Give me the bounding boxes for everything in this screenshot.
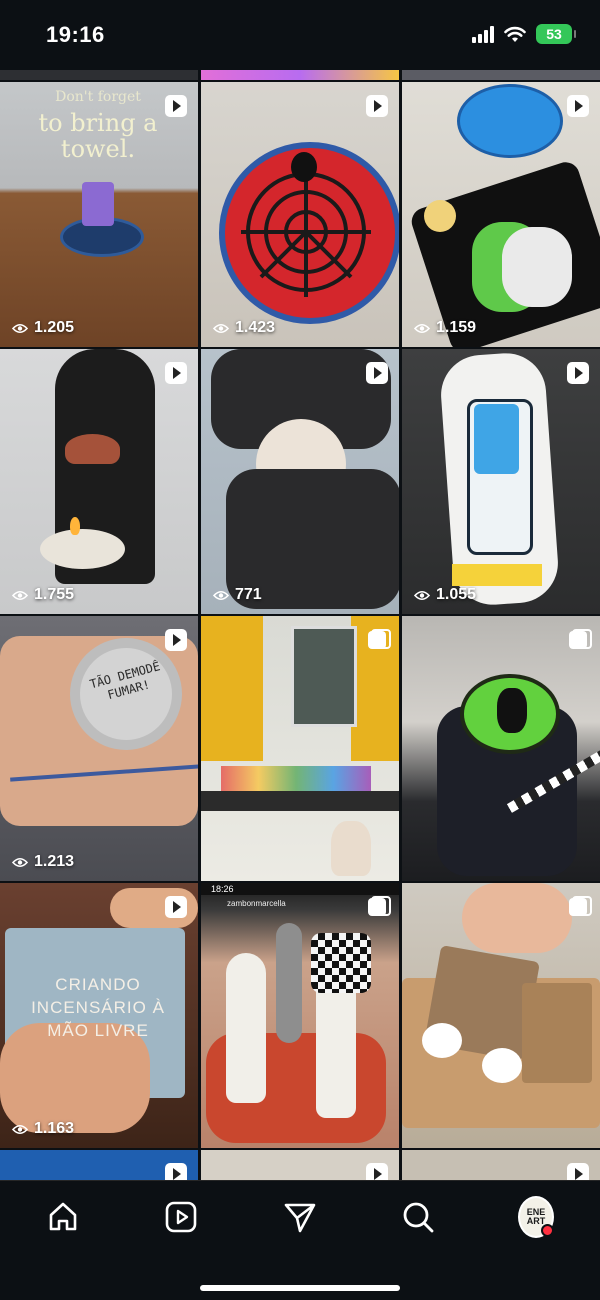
grid-tile-partial[interactable] (0, 70, 198, 80)
bottom-navigation: ENE ART (0, 1180, 600, 1300)
carousel-icon (569, 629, 592, 649)
grid-tile-partial[interactable] (402, 70, 600, 80)
view-count: 1.755 (12, 586, 74, 604)
tile-photo-object (226, 953, 266, 1103)
tile-photo-object (221, 766, 371, 791)
tile-photo-object (311, 933, 371, 993)
tile-photo-object (291, 626, 357, 727)
clock: 19:16 (46, 22, 105, 47)
tile-photo-object (291, 152, 317, 182)
status-icons: 53 (472, 24, 576, 44)
grid-tile[interactable] (402, 883, 600, 1148)
reel-icon (366, 1163, 388, 1180)
view-count: 1.213 (12, 853, 74, 871)
profile-tab[interactable]: ENE ART (518, 1196, 554, 1238)
grid-tile-partial[interactable] (0, 1150, 198, 1180)
eye-icon (12, 857, 28, 867)
tile-photo-object (201, 791, 399, 811)
notification-dot (541, 1224, 554, 1237)
view-count: 771 (213, 586, 262, 604)
eye-icon (12, 590, 28, 600)
inner-username: zambonmarcella (227, 899, 286, 908)
messages-tab[interactable] (282, 1199, 318, 1235)
grid-tile[interactable] (402, 616, 600, 881)
reel-icon (567, 1163, 589, 1180)
tile-photo-object (65, 434, 120, 464)
grid-tile[interactable]: 1.755 (0, 349, 198, 614)
wifi-icon (504, 26, 526, 42)
home-icon (49, 1202, 77, 1231)
profile-avatar: ENE ART (518, 1196, 554, 1238)
eye-icon (12, 323, 28, 333)
view-count: 1.163 (12, 1120, 74, 1138)
reel-icon (165, 95, 187, 117)
eye-icon (12, 1124, 28, 1134)
battery-level: 53 (546, 26, 562, 42)
search-tab[interactable] (400, 1199, 436, 1235)
tile-photo-object (201, 616, 263, 761)
carousel-icon (569, 896, 592, 916)
tile-photo-object (276, 923, 302, 1043)
reel-icon (366, 362, 388, 384)
grid-tile[interactable]: CRIANDO INCENSÁRIO À MÃO LIVRE 1.163 (0, 883, 198, 1148)
reel-icon (366, 95, 388, 117)
grid-tile[interactable]: 1.423 (201, 82, 399, 347)
messages-icon (284, 1203, 316, 1233)
carousel-icon (368, 629, 391, 649)
overlay-text: Don't forget to bring a towel. (38, 89, 158, 163)
home-tab[interactable] (45, 1199, 81, 1235)
reel-icon (165, 896, 187, 918)
battery-indicator: 53 (536, 24, 576, 44)
tile-photo-object (502, 227, 572, 307)
tile-photo-object (40, 529, 125, 569)
tile-photo-object (70, 517, 80, 535)
reels-tab[interactable] (163, 1199, 199, 1235)
cellular-signal-icon (472, 25, 494, 43)
tile-photo-object (462, 883, 572, 953)
reel-icon (567, 95, 589, 117)
reel-icon (165, 629, 187, 651)
tile-photo-object (482, 1048, 522, 1083)
status-bar: 19:16 53 (0, 0, 600, 70)
carousel-icon (368, 896, 391, 916)
home-indicator (200, 1285, 400, 1291)
eye-icon (414, 323, 430, 333)
reel-icon (165, 362, 187, 384)
tile-photo-object (522, 983, 592, 1083)
eye-icon (414, 590, 430, 600)
grid-tile-partial[interactable] (402, 1150, 600, 1180)
tile-photo-object (422, 1023, 462, 1058)
grid-tile[interactable]: Don't forget to bring a towel. 1.205 (0, 82, 198, 347)
view-count: 1.055 (414, 586, 476, 604)
reel-icon (165, 1163, 187, 1180)
tile-photo-object (457, 84, 563, 158)
view-count: 1.205 (12, 319, 74, 337)
grid-tile[interactable]: 18:26 zambonmarcella (201, 883, 399, 1148)
grid-tile[interactable]: TÃO DEMODÊ FUMAR! 1.213 (0, 616, 198, 881)
search-icon (403, 1202, 434, 1233)
tile-photo-object (497, 688, 527, 733)
profile-media-grid: Don't forget to bring a towel. 1.205 1.4… (0, 70, 600, 1180)
overlay-text: CRIANDO INCENSÁRIO À MÃO LIVRE (31, 975, 165, 1040)
eye-icon (213, 323, 229, 333)
grid-tile[interactable]: 1.159 (402, 82, 600, 347)
grid-tile[interactable]: 1.055 (402, 349, 600, 614)
view-count: 1.159 (414, 319, 476, 337)
reel-icon (567, 362, 589, 384)
reels-icon (165, 1201, 197, 1233)
grid-tile-partial[interactable] (201, 70, 399, 80)
eye-icon (213, 590, 229, 600)
tile-photo-object (424, 200, 456, 232)
tile-photo-object (474, 404, 519, 474)
grid-tile-partial[interactable] (201, 1150, 399, 1180)
inner-status-bar: 18:26 (201, 883, 399, 895)
tile-photo-object (331, 821, 371, 876)
tile-photo-object (82, 182, 114, 226)
grid-tile[interactable]: 771 (201, 349, 399, 614)
view-count: 1.423 (213, 319, 275, 337)
grid-tile[interactable] (201, 616, 399, 881)
tile-photo-object (452, 564, 542, 586)
